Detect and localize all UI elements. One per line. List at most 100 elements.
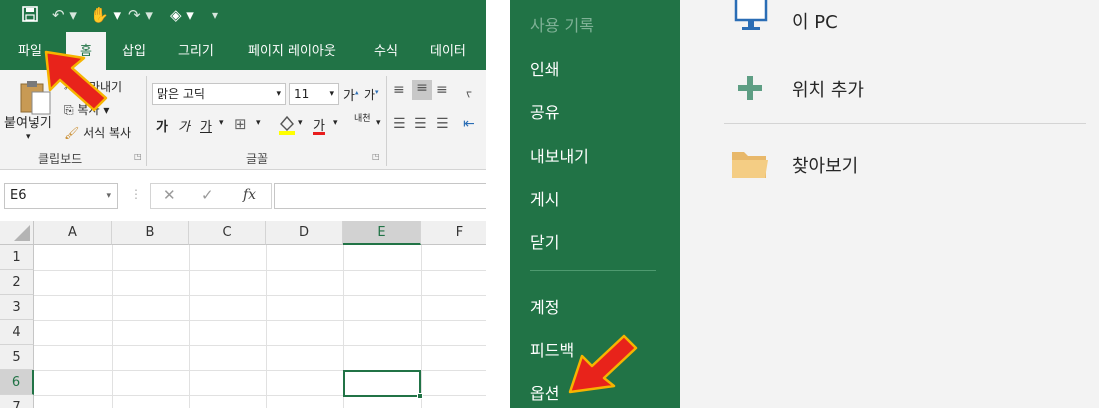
shrink-font-label: 가 xyxy=(364,88,376,102)
column-header-f[interactable]: F xyxy=(421,221,486,245)
row-header-3[interactable]: 3 xyxy=(0,295,34,320)
font-size-value: 11 xyxy=(294,87,310,101)
underline-button[interactable]: 가 xyxy=(200,116,212,135)
font-launcher-icon[interactable]: ◳ xyxy=(372,152,380,161)
tab-insert[interactable]: 삽입 xyxy=(122,32,146,70)
font-color-dropdown-icon[interactable]: ▾ xyxy=(333,118,338,128)
location-label: 이 PC xyxy=(792,12,838,33)
paste-dropdown-icon[interactable]: ▾ xyxy=(26,132,31,142)
column-header-c[interactable]: C xyxy=(189,221,266,245)
customize-qat-icon[interactable]: ▾ xyxy=(212,6,218,24)
grid-line xyxy=(34,320,486,321)
row-header-7[interactable]: 7 xyxy=(0,395,34,408)
align-center-icon[interactable]: ☰ xyxy=(414,116,427,132)
menu-item-print[interactable]: 인쇄 xyxy=(530,56,559,80)
group-divider xyxy=(146,76,147,166)
save-icon[interactable] xyxy=(22,6,38,26)
font-name-select[interactable]: 맑은 고딕 ▾ xyxy=(152,83,286,105)
location-browse[interactable]: 찾아보기 xyxy=(724,142,1086,186)
font-name-value: 맑은 고딕 xyxy=(157,87,205,101)
grid-line xyxy=(34,345,486,346)
select-all-corner[interactable] xyxy=(0,221,34,245)
tab-page-layout[interactable]: 페이지 레이아웃 xyxy=(248,32,336,70)
row-header-4[interactable]: 4 xyxy=(0,320,34,345)
bold-button[interactable]: 가 xyxy=(156,116,168,135)
monitor-icon xyxy=(732,0,772,40)
formula-input[interactable] xyxy=(274,183,486,209)
font-size-select[interactable]: 11 ▾ xyxy=(289,83,339,105)
folder-icon xyxy=(730,146,770,184)
column-header-e[interactable]: E xyxy=(343,221,421,245)
fill-dropdown-icon[interactable]: ▾ xyxy=(298,118,303,128)
border-dropdown-icon[interactable]: ▾ xyxy=(256,118,261,128)
italic-button[interactable]: 가 xyxy=(178,116,190,135)
decrease-indent-icon[interactable]: ⇤ xyxy=(463,116,475,132)
menu-item-options[interactable]: 옵션 xyxy=(530,380,559,404)
red-arrow-icon xyxy=(44,50,108,112)
shrink-font-button[interactable]: 가▾ xyxy=(364,86,379,103)
border-icon[interactable]: ⊞ xyxy=(234,115,247,133)
clipboard-group-label: 클립보드 xyxy=(38,152,83,166)
selected-cell-e6[interactable] xyxy=(343,370,423,399)
grow-font-label: 가 xyxy=(343,89,355,104)
align-right-icon[interactable]: ☰ xyxy=(436,116,449,132)
location-label: 찾아보기 xyxy=(792,156,859,177)
location-divider xyxy=(724,123,1086,124)
formula-bar-grip-icon: ⋮ xyxy=(130,187,142,201)
underline-dropdown-icon[interactable]: ▾ xyxy=(219,118,224,128)
formula-bar: E6 ▾ ⋮ ✕ ✓ fx xyxy=(0,171,486,221)
grid-line xyxy=(34,295,486,296)
tab-formulas[interactable]: 수식 xyxy=(374,32,398,70)
phonetic-dropdown-icon[interactable]: ▾ xyxy=(376,118,381,128)
cancel-icon[interactable]: ✕ xyxy=(163,186,176,204)
name-box[interactable]: E6 ▾ xyxy=(4,183,118,209)
fill-handle[interactable] xyxy=(417,393,423,399)
formula-buttons: ✕ ✓ fx xyxy=(150,183,272,209)
menu-item-account[interactable]: 계정 xyxy=(530,294,559,318)
brush-icon: 🖌 xyxy=(64,126,80,140)
align-top-icon[interactable]: ≡ xyxy=(393,82,405,98)
touch-mode-icon[interactable]: ✋ ▾ xyxy=(90,6,121,24)
grid-line xyxy=(34,270,486,271)
align-middle-icon[interactable]: ≡ xyxy=(412,80,432,100)
column-header-a[interactable]: A xyxy=(34,221,112,245)
fill-color-icon[interactable] xyxy=(278,114,296,140)
clipboard-launcher-icon[interactable]: ◳ xyxy=(134,152,142,161)
fill-color-icon[interactable]: ◈ ▾ xyxy=(170,6,194,24)
undo-icon[interactable]: ↶ ▾ xyxy=(52,6,77,24)
row-header-1[interactable]: 1 xyxy=(0,245,34,270)
align-bottom-icon[interactable]: ≡ xyxy=(436,82,448,98)
font-color-button[interactable]: 가 xyxy=(313,115,325,134)
format-painter-button[interactable]: 🖌 서식 복사 xyxy=(64,124,131,141)
row-header-5[interactable]: 5 xyxy=(0,345,34,370)
group-divider xyxy=(386,76,387,166)
redo-icon[interactable]: ↷ ▾ xyxy=(128,6,153,24)
format-painter-label: 서식 복사 xyxy=(83,126,132,140)
menu-item-close[interactable]: 닫기 xyxy=(530,229,559,253)
location-add-place[interactable]: 위치 추가 xyxy=(724,66,1086,110)
location-this-pc[interactable]: 이 PC xyxy=(724,0,1086,44)
grow-font-button[interactable]: 가▴ xyxy=(343,85,358,104)
quick-access-toolbar: ↶ ▾ ✋ ▾ ↷ ▾ ◈ ▾ ▾ xyxy=(0,0,486,32)
worksheet-grid[interactable]: A B C D E F 1 2 3 4 5 6 7 xyxy=(0,221,486,408)
row-header-6[interactable]: 6 xyxy=(0,370,34,395)
enter-icon[interactable]: ✓ xyxy=(201,186,214,204)
phonetic-button[interactable]: 내천 xyxy=(354,114,371,124)
menu-item-export[interactable]: 내보내기 xyxy=(530,143,589,167)
tab-data[interactable]: 데이터 xyxy=(430,32,466,70)
column-header-d[interactable]: D xyxy=(266,221,343,245)
chevron-down-icon: ▾ xyxy=(106,191,111,201)
orientation-icon[interactable]: ᠵ xyxy=(466,80,472,101)
tab-file[interactable]: 파일 xyxy=(18,32,42,70)
column-header-b[interactable]: B xyxy=(112,221,189,245)
row-header-2[interactable]: 2 xyxy=(0,270,34,295)
menu-item-publish[interactable]: 게시 xyxy=(530,186,559,210)
insert-function-icon[interactable]: fx xyxy=(243,187,256,203)
menu-item-share[interactable]: 공유 xyxy=(530,99,559,123)
tab-draw[interactable]: 그리기 xyxy=(178,32,214,70)
backstage-content: 이 PC 위치 추가 찾아보기 xyxy=(680,0,1099,408)
plus-icon xyxy=(736,74,764,106)
red-arrow-icon xyxy=(568,334,638,394)
align-left-icon[interactable]: ☰ xyxy=(393,116,406,132)
menu-item-history[interactable]: 사용 기록 xyxy=(530,12,594,36)
